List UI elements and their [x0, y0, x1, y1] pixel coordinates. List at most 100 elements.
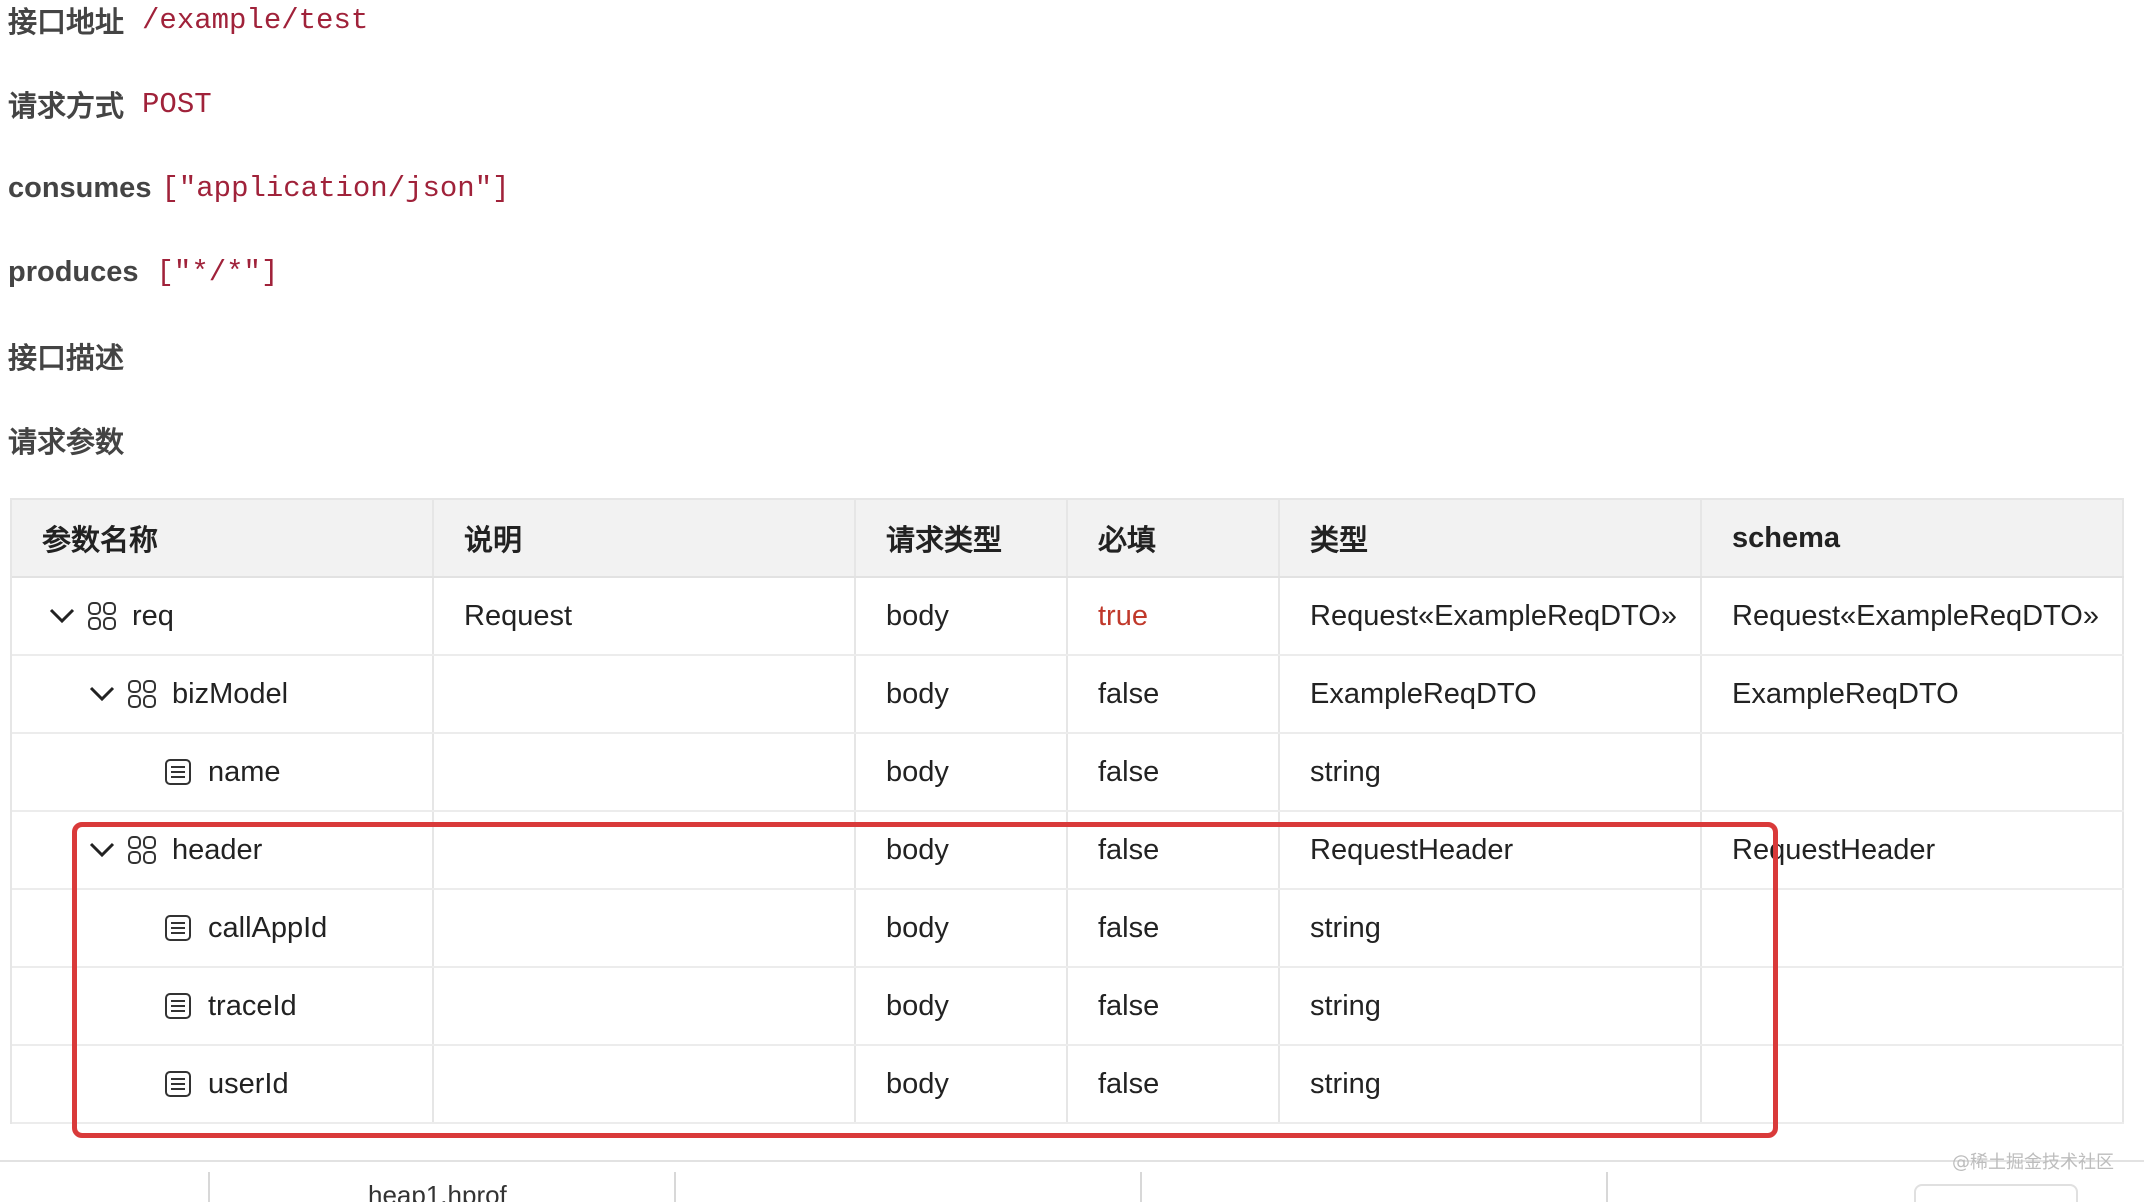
param-name-cell: traceId	[12, 968, 434, 1044]
param-name-wrap: req	[42, 596, 174, 636]
param-name-text: userId	[208, 1067, 289, 1100]
table-row: bizModel body false ExampleReqDTO Exampl…	[12, 656, 2124, 734]
param-name-cell: name	[12, 734, 434, 810]
param-name-text: bizModel	[172, 677, 289, 710]
param-schema-cell	[1702, 1046, 2124, 1122]
table-row: userId body false string	[12, 1046, 2124, 1124]
param-required-cell: false	[1068, 890, 1280, 966]
col-header-required: 必填	[1068, 500, 1280, 576]
param-name-text: callAppId	[208, 911, 328, 944]
param-name-cell: callAppId	[12, 890, 434, 966]
table-row: traceId body false string	[12, 968, 2124, 1046]
param-required-cell: false	[1068, 734, 1280, 810]
api-description-row: 接口描述	[8, 336, 142, 376]
swagger-doc-page: 接口地址 /example/test 请求方式 POST consumes ["…	[0, 0, 2144, 1202]
watermark-text: @稀土掘金技术社区	[1952, 1152, 2114, 1173]
param-type-cell: string	[1280, 968, 1702, 1044]
param-name-wrap: name	[42, 754, 281, 790]
bottom-divider	[1140, 1172, 1142, 1202]
col-header-request-type: 请求类型	[856, 500, 1068, 576]
param-required-cell: true	[1068, 578, 1280, 654]
param-in-cell: body	[856, 812, 1068, 888]
api-produces-label: produces	[8, 255, 139, 288]
param-name-text: header	[172, 833, 263, 866]
param-name-cell: bizModel	[12, 656, 434, 732]
field-icon	[160, 1066, 196, 1102]
param-required-cell: false	[1068, 1046, 1280, 1122]
param-in-cell: body	[856, 968, 1068, 1044]
param-name-wrap: userId	[42, 1066, 289, 1102]
field-icon	[160, 910, 196, 946]
param-schema-cell	[1702, 968, 2124, 1044]
param-desc-cell	[434, 890, 856, 966]
api-method-value: POST	[142, 87, 212, 121]
param-type-cell: string	[1280, 1046, 1702, 1122]
object-icon	[84, 598, 120, 634]
param-desc-cell	[434, 1046, 856, 1122]
param-schema-cell	[1702, 734, 2124, 810]
chevron-down-icon[interactable]	[82, 674, 122, 714]
param-in-cell: body	[856, 890, 1068, 966]
object-icon	[124, 832, 160, 868]
api-produces-row: produces ["*/*"]	[8, 252, 278, 292]
param-type-cell: string	[1280, 890, 1702, 966]
param-schema-cell	[1702, 890, 2124, 966]
param-schema-cell: Request«ExampleReqDTO»	[1702, 578, 2124, 654]
param-required-cell: false	[1068, 968, 1280, 1044]
api-address-value: /example/test	[142, 3, 369, 37]
request-params-label: 请求参数	[8, 427, 125, 459]
params-table: 参数名称 说明 请求类型 必填 类型 schema req Request bo…	[10, 498, 2124, 1124]
param-type-cell: Request«ExampleReqDTO»	[1280, 578, 1702, 654]
field-icon	[160, 754, 196, 790]
param-desc-cell	[434, 968, 856, 1044]
param-name-cell: header	[12, 812, 434, 888]
chevron-down-icon[interactable]	[82, 830, 122, 870]
param-schema-cell: RequestHeader	[1702, 812, 2124, 888]
param-desc-cell	[434, 812, 856, 888]
api-method-row: 请求方式 POST	[8, 84, 212, 124]
table-row: callAppId body false string	[12, 890, 2124, 968]
object-icon	[124, 676, 160, 712]
chevron-down-icon[interactable]	[42, 596, 82, 636]
bottom-divider	[1606, 1172, 1608, 1202]
param-name-wrap: callAppId	[42, 910, 327, 946]
param-in-cell: body	[856, 1046, 1068, 1122]
param-in-cell: body	[856, 734, 1068, 810]
param-name-cell: req	[12, 578, 434, 654]
param-type-cell: ExampleReqDTO	[1280, 656, 1702, 732]
api-consumes-value: ["application/json"]	[161, 171, 510, 205]
param-desc-cell: Request	[434, 578, 856, 654]
api-consumes-row: consumes ["application/json"]	[8, 168, 510, 208]
param-desc-cell	[434, 656, 856, 732]
api-description-label: 接口描述	[8, 343, 125, 375]
param-name-wrap: traceId	[42, 988, 297, 1024]
bottom-bar-button[interactable]	[1914, 1184, 2078, 1202]
bottom-divider	[674, 1172, 676, 1202]
api-method-label: 请求方式	[8, 91, 125, 123]
api-address-label: 接口地址	[8, 7, 125, 39]
col-header-description: 说明	[434, 500, 856, 576]
param-name-wrap: header	[42, 830, 262, 870]
field-icon	[160, 988, 196, 1024]
params-table-header: 参数名称 说明 请求类型 必填 类型 schema	[12, 500, 2124, 578]
param-name-text: traceId	[208, 989, 297, 1022]
api-produces-value: ["*/*"]	[156, 255, 279, 289]
param-in-cell: body	[856, 578, 1068, 654]
col-header-type: 类型	[1280, 500, 1702, 576]
table-row: req Request body true Request«ExampleReq…	[12, 578, 2124, 656]
table-row: header body false RequestHeader RequestH…	[12, 812, 2124, 890]
param-name-text: req	[132, 599, 174, 632]
col-header-param-name: 参数名称	[12, 500, 434, 576]
param-type-cell: RequestHeader	[1280, 812, 1702, 888]
table-row: name body false string	[12, 734, 2124, 812]
bottom-download-bar: heap1.hprof	[0, 1160, 2144, 1202]
download-file-name[interactable]: heap1.hprof	[368, 1180, 507, 1202]
param-name-text: name	[208, 755, 281, 788]
param-schema-cell: ExampleReqDTO	[1702, 656, 2124, 732]
api-address-row: 接口地址 /example/test	[8, 0, 368, 40]
param-required-cell: false	[1068, 812, 1280, 888]
param-type-cell: string	[1280, 734, 1702, 810]
col-header-schema: schema	[1702, 500, 2124, 576]
param-name-wrap: bizModel	[42, 674, 288, 714]
bottom-divider	[208, 1172, 210, 1202]
